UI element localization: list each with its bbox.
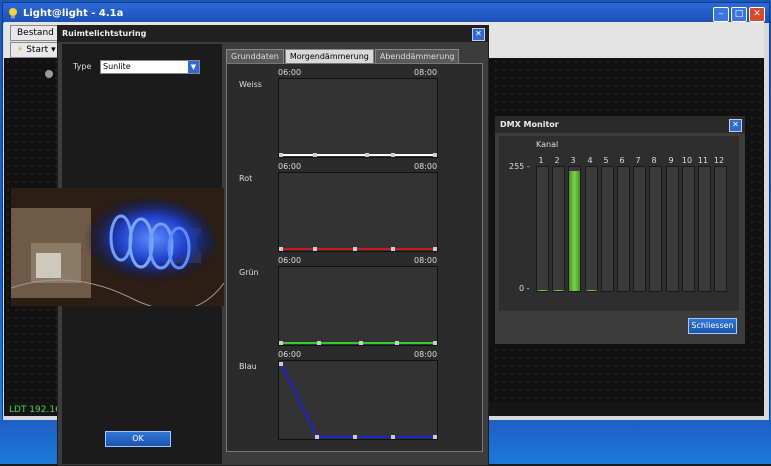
time-end-blau: 08:00 [414, 350, 438, 359]
dmx-channel-level [569, 170, 580, 291]
tab-abenddammerung[interactable]: Abenddämmerung [374, 49, 460, 63]
time-start-weiss: 06:00 [278, 68, 302, 77]
dmx-channel-bar [552, 166, 565, 292]
dmx-channel-bar [585, 166, 598, 292]
time-start-rot: 06:00 [278, 162, 302, 171]
dmx-channel-level [586, 289, 597, 291]
dmx-channel-bar [601, 166, 614, 292]
graph-grun[interactable] [278, 266, 438, 346]
app-bulb-icon [9, 8, 17, 19]
dmx-channel-number: 6 [619, 156, 625, 165]
dmx-channel-number: 3 [570, 156, 576, 165]
dmx-channel-number: 7 [635, 156, 641, 165]
curve-grun[interactable] [279, 267, 437, 345]
dmx-channel-number: 4 [587, 156, 593, 165]
graph-weiss[interactable] [278, 78, 438, 158]
type-select-value: Sunlite [103, 62, 131, 71]
app-title: Light@light - 4.1a [23, 7, 124, 19]
main-title-bar: Light@light - 4.1a [3, 3, 769, 23]
channel-label-weiss: Weiss [239, 80, 262, 89]
dmx-channel-bar [536, 166, 549, 292]
type-select[interactable]: Sunlite ▼ [100, 60, 200, 74]
dmx-channel-number: 11 [697, 156, 709, 165]
dmx-channel-number: 9 [668, 156, 674, 165]
lightning-icon: ⚡ [17, 45, 24, 55]
grey-dot-icon [45, 70, 53, 78]
ok-button[interactable]: OK [105, 431, 171, 447]
tab-morgendammerung[interactable]: Morgendämmerung [284, 49, 374, 64]
maximize-button[interactable]: □ [731, 7, 747, 22]
graph-blau[interactable] [278, 360, 438, 440]
kanal-label: Kanal [536, 140, 559, 149]
dmx-channel-bar [666, 166, 679, 292]
dmx-channel-number: 5 [603, 156, 609, 165]
dialog-title: Ruimtelichtsturing [58, 26, 488, 42]
dmx-channel-number: 12 [713, 156, 725, 165]
graph-rot[interactable] [278, 172, 438, 252]
dmx-channel-number: 8 [651, 156, 657, 165]
schliessen-button[interactable]: Schliessen [688, 318, 737, 334]
dmx-channel-bar [633, 166, 646, 292]
dmx-channel-bar [649, 166, 662, 292]
dmx-channel-bar [617, 166, 630, 292]
dmx-channel-bar [698, 166, 711, 292]
dmx-channel-number: 2 [554, 156, 560, 165]
dmx-title: DMX Monitor [495, 116, 745, 133]
dmx-channel-level [553, 289, 564, 291]
start-menu-label: Start [26, 45, 49, 55]
dmx-channel-bar [682, 166, 695, 292]
dmx-channel-level [537, 289, 548, 291]
channel-label-grun: Grün [239, 268, 259, 277]
minimize-button[interactable]: – [713, 7, 729, 22]
time-start-grun: 06:00 [278, 256, 302, 265]
tab-bar: Grunddaten Morgendämmerung Abenddämmerun… [226, 49, 460, 64]
dmx-close-button[interactable]: ✕ [729, 119, 742, 132]
dmx-channel-number: 10 [681, 156, 693, 165]
channel-label-rot: Rot [239, 174, 253, 183]
chevron-down-icon: ▾ [51, 45, 56, 55]
axis-max-label: 255 - [509, 162, 530, 171]
dialog-close-button[interactable]: ✕ [472, 28, 485, 41]
led-photo [11, 188, 224, 306]
bestand-menu[interactable]: Bestand [10, 25, 61, 41]
axis-min-label: 0 - [519, 284, 530, 293]
time-end-weiss: 08:00 [414, 68, 438, 77]
start-menu[interactable]: ⚡ Start ▾ [10, 42, 63, 58]
curve-blau[interactable] [279, 361, 437, 439]
dmx-channel-number: 1 [538, 156, 544, 165]
time-end-grun: 08:00 [414, 256, 438, 265]
close-window-button[interactable]: ✕ [749, 7, 765, 22]
curve-weiss[interactable] [279, 79, 437, 157]
time-start-blau: 06:00 [278, 350, 302, 359]
channel-label-blau: Blau [239, 362, 257, 371]
type-label: Type [73, 62, 92, 71]
curve-rot[interactable] [279, 173, 437, 251]
dmx-channel-bar [714, 166, 727, 292]
chevron-down-icon: ▼ [188, 61, 199, 73]
time-end-rot: 08:00 [414, 162, 438, 171]
tab-grunddaten[interactable]: Grunddaten [226, 49, 284, 63]
dmx-channel-bar [568, 166, 581, 292]
